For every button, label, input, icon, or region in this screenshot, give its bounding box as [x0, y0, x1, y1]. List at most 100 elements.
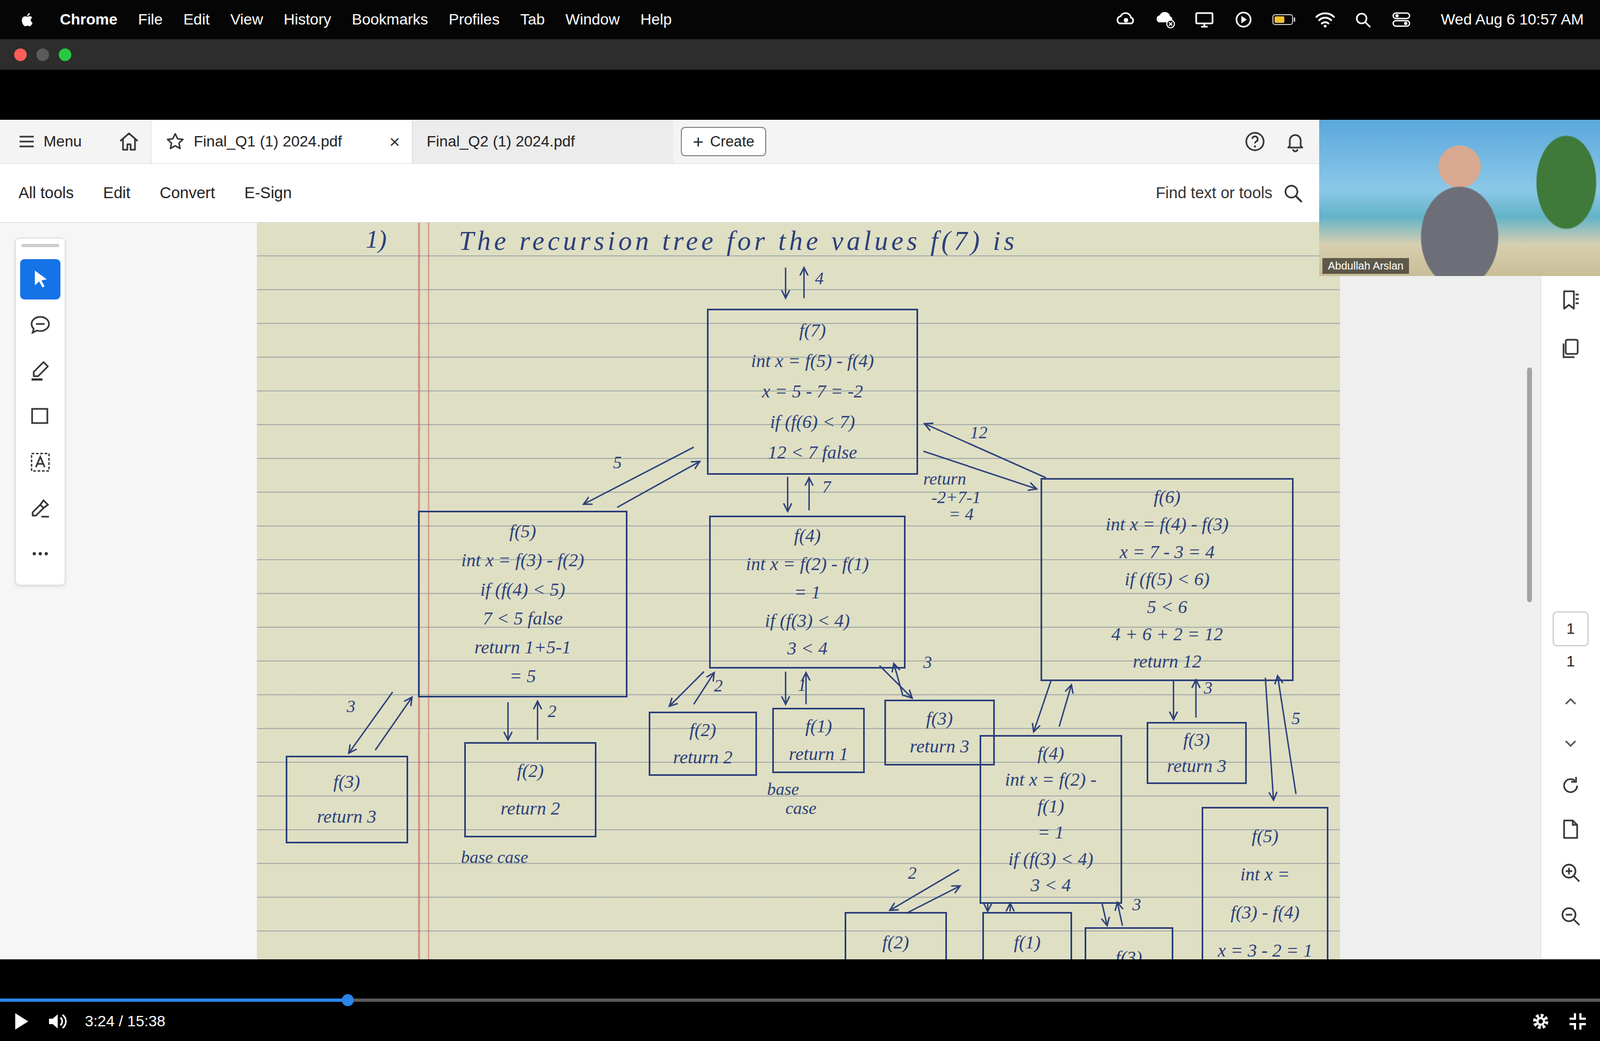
bookmark-icon[interactable] [1558, 287, 1583, 312]
letterbox [0, 69, 1600, 120]
display-icon[interactable] [1193, 10, 1216, 29]
cursor-icon [28, 267, 53, 292]
fullscreen-button[interactable] [58, 48, 72, 61]
edge-arrow [786, 476, 789, 512]
node-line: f(5) [509, 519, 537, 544]
menu-item[interactable]: Edit [183, 10, 210, 29]
close-tab-button[interactable]: × [389, 131, 400, 153]
tree-node: f(3)return 3 [884, 699, 995, 766]
apple-icon[interactable] [19, 10, 36, 29]
clock[interactable]: Wed Aug 6 10:57 AM [1440, 10, 1584, 29]
help-icon[interactable] [1244, 130, 1266, 153]
exit-fullscreen-icon[interactable] [1567, 1010, 1589, 1032]
edge-label: 3 [346, 697, 356, 716]
page-number-field[interactable]: 1 [1552, 611, 1589, 646]
node-line: return 1+5-1 [474, 635, 572, 660]
zoom-in-icon[interactable] [1559, 861, 1582, 884]
edge-arrow [536, 700, 539, 740]
node-line: return 3 [316, 804, 377, 829]
tool-button[interactable] [20, 304, 61, 346]
menu-item[interactable]: Window [565, 10, 620, 29]
edge-arrow [1265, 677, 1274, 800]
edge-arrow [1195, 679, 1197, 718]
right-rail: 11 [1540, 222, 1600, 959]
star-icon[interactable] [165, 131, 186, 152]
menu-item[interactable]: Bookmarks [351, 10, 428, 29]
refresh-icon[interactable] [1559, 774, 1582, 797]
node-line: int x = f(5) - f(4) [751, 348, 875, 373]
toolbar-item[interactable]: Convert [160, 183, 216, 202]
bell-icon[interactable] [1284, 130, 1307, 153]
tool-button[interactable] [20, 396, 61, 437]
document-tab[interactable]: Final_Q1 (1) 2024.pdf× [150, 119, 412, 164]
search-field[interactable]: Find text or tools [1155, 182, 1304, 205]
node-line: f(6) [1153, 484, 1181, 509]
creative-cloud-icon[interactable] [1115, 10, 1137, 29]
progress-bar[interactable] [0, 998, 1600, 1002]
search-icon[interactable] [1353, 10, 1374, 29]
menu-item[interactable]: Help [640, 10, 673, 29]
battery-icon[interactable] [1271, 10, 1297, 29]
menu-item[interactable]: View [230, 10, 263, 29]
screen: Chrome File Edit View History Bookmarks Profil… [0, 0, 1600, 1041]
scrollbar-thumb[interactable] [1527, 367, 1532, 602]
edge-label: 3 [922, 653, 932, 672]
tool-button[interactable] [20, 487, 61, 528]
chevron-up-icon[interactable] [1560, 691, 1581, 712]
edge-arrow [784, 267, 787, 298]
node-line: x = 7 - 3 = 4 [1119, 539, 1215, 564]
tool-button[interactable] [20, 350, 61, 391]
edge-label: 5 [612, 453, 622, 472]
document-tab[interactable]: Final_Q2 (1) 2024.pdf [411, 119, 674, 164]
home-button[interactable] [107, 119, 151, 164]
tree-node: f(3) return 3 [285, 755, 409, 843]
menu-item[interactable]: File [138, 10, 163, 29]
node-line: x = 3 - 2 = 1 [1217, 938, 1313, 960]
rail-grip[interactable] [21, 243, 60, 248]
volume-icon[interactable] [46, 1011, 69, 1031]
node-line: f(2) [689, 717, 717, 742]
tree-node: f(3)return 3 [1146, 721, 1247, 784]
node-line: 7 < 5 false [482, 606, 563, 631]
tree-node: f(2)return 2 [648, 711, 758, 776]
menu-button[interactable]: Menu [0, 119, 108, 164]
tree-node: f(5)int x =f(3) - f(4)x = 3 - 2 = 1 [1201, 806, 1329, 960]
toolbar-item[interactable]: All tools [18, 183, 75, 202]
toolbar-item[interactable]: E-Sign [244, 183, 292, 202]
webcam-overlay[interactable]: Abdullah Arslan [1319, 119, 1600, 276]
question-number: 1) [365, 224, 387, 254]
settings-gear-icon[interactable] [1530, 1010, 1552, 1032]
file-icon[interactable] [1559, 817, 1582, 840]
search-icon [1282, 182, 1304, 205]
create-button[interactable]: +Create [680, 126, 767, 157]
menu-item[interactable]: Tab [520, 10, 545, 29]
menu-bar: Chrome File Edit View History Bookmarks Profil… [0, 0, 1600, 40]
edge-label: 1 [797, 675, 807, 695]
progress-knob[interactable] [341, 993, 354, 1006]
edge-arrow [906, 885, 960, 914]
control-center-icon[interactable] [1390, 10, 1413, 29]
wifi-icon[interactable] [1314, 10, 1337, 29]
home-icon [118, 131, 140, 152]
play-circle-icon[interactable] [1232, 10, 1255, 29]
play-icon[interactable] [11, 1011, 31, 1031]
toolbar-item[interactable]: Edit [103, 183, 131, 202]
menu-item[interactable]: Profiles [448, 10, 500, 29]
menu-item[interactable]: History [283, 10, 331, 29]
node-line: 5 < 6 [1147, 594, 1188, 619]
close-button[interactable] [14, 48, 27, 61]
node-line: f(3) [333, 769, 360, 794]
app-menu[interactable]: Chrome [59, 10, 118, 29]
node-line: = 5 [509, 663, 536, 688]
zoom-out-icon[interactable] [1559, 905, 1582, 927]
chevron-down-icon[interactable] [1560, 733, 1581, 753]
edge-label: = 4 [948, 505, 974, 524]
tool-button[interactable] [20, 533, 61, 574]
tool-button[interactable] [20, 259, 61, 300]
node-line: if (f(6) < 7) [770, 409, 855, 434]
edge-arrow [803, 267, 805, 298]
cloud-off-icon[interactable] [1154, 10, 1177, 29]
pages-icon[interactable] [1558, 336, 1583, 361]
edge-label: 12 [970, 423, 988, 442]
tool-button[interactable] [20, 441, 61, 483]
